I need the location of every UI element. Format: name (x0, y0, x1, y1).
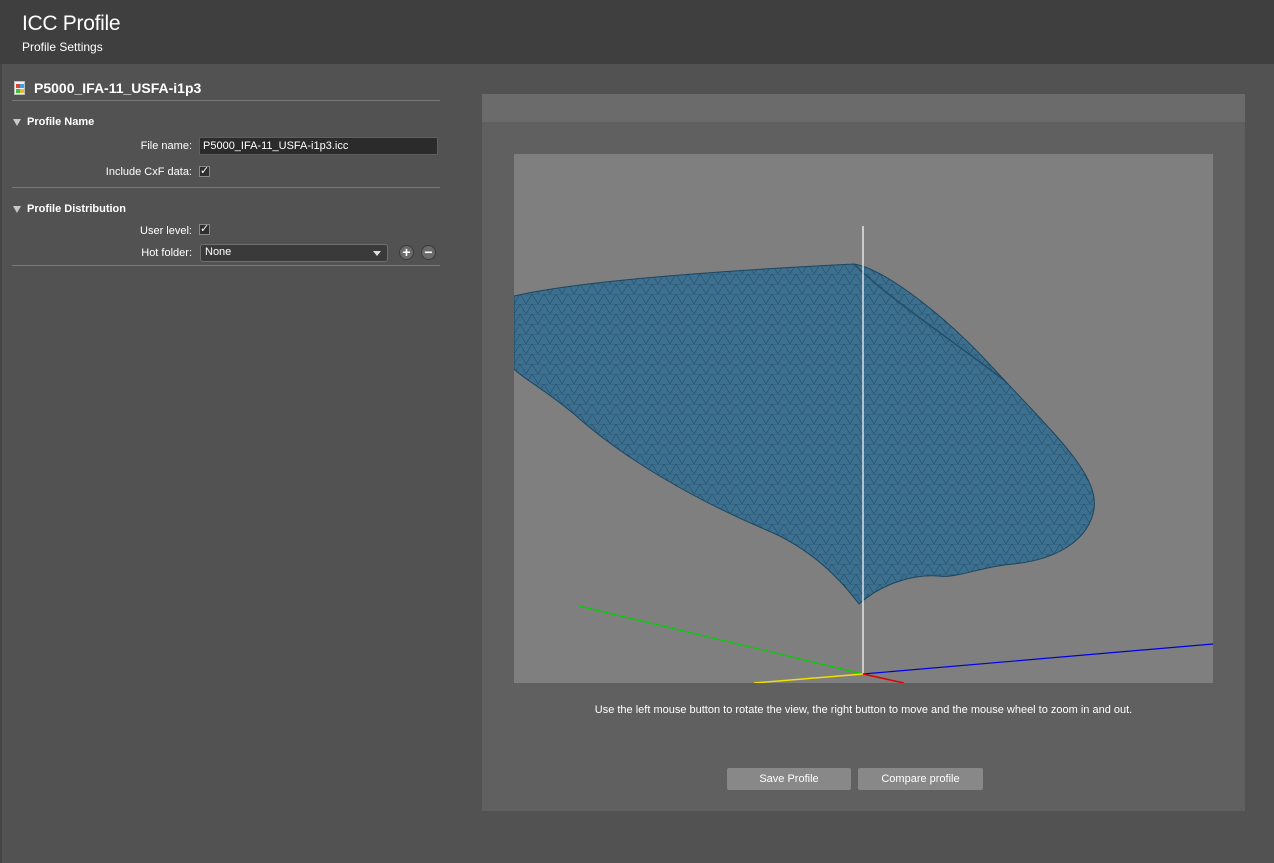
file-name-label: File name: (140, 140, 192, 152)
profile-name: P5000_IFA-11_USFA-i1p3 (34, 80, 202, 96)
red-axis (862, 673, 905, 683)
yellow-axis (753, 673, 864, 683)
divider (12, 100, 440, 101)
window-edge (0, 0, 2, 863)
user-level-checkbox[interactable]: ✓ (199, 224, 210, 235)
page-title: ICC Profile (22, 12, 121, 35)
hot-folder-value: None (205, 246, 232, 258)
file-name-field[interactable]: P5000_IFA-11_USFA-i1p3.icc (199, 137, 438, 155)
add-hot-folder-button[interactable]: + (399, 245, 414, 260)
divider (12, 187, 440, 188)
green-axis (578, 605, 864, 675)
compare-profile-button[interactable]: Compare profile (858, 768, 983, 790)
divider (12, 265, 440, 266)
blue-axis (862, 643, 1213, 675)
hot-folder-label: Hot folder: (141, 247, 192, 259)
remove-hot-folder-button[interactable]: − (421, 245, 436, 260)
section-profile-name[interactable]: Profile Name (13, 116, 94, 128)
viewer-toolbar (482, 94, 1245, 122)
viewer-panel: Use the left mouse button to rotate the … (482, 94, 1245, 811)
page-header: ICC Profile Profile Settings (0, 0, 1274, 64)
document-icon (14, 80, 26, 96)
viewer-hint: Use the left mouse button to rotate the … (594, 704, 1133, 716)
disclosure-triangle-icon[interactable] (13, 118, 21, 126)
include-cxf-checkbox[interactable]: ✓ (199, 166, 210, 177)
section-profile-distribution[interactable]: Profile Distribution (13, 203, 126, 215)
disclosure-triangle-icon[interactable] (13, 205, 21, 213)
gamut-surface (514, 263, 1095, 605)
user-level-label: User level: (140, 225, 192, 237)
section-title: Profile Distribution (27, 203, 126, 215)
gamut-3d-viewport[interactable] (514, 154, 1213, 683)
page-subtitle: Profile Settings (22, 40, 103, 54)
profile-heading: P5000_IFA-11_USFA-i1p3 (14, 78, 201, 98)
gamut-mesh[interactable] (514, 154, 1213, 683)
include-cxf-label: Include CxF data: (105, 166, 192, 178)
section-title: Profile Name (27, 116, 95, 128)
chevron-down-icon (373, 251, 381, 256)
hot-folder-select[interactable]: None (200, 244, 388, 262)
save-profile-button[interactable]: Save Profile (727, 768, 851, 790)
